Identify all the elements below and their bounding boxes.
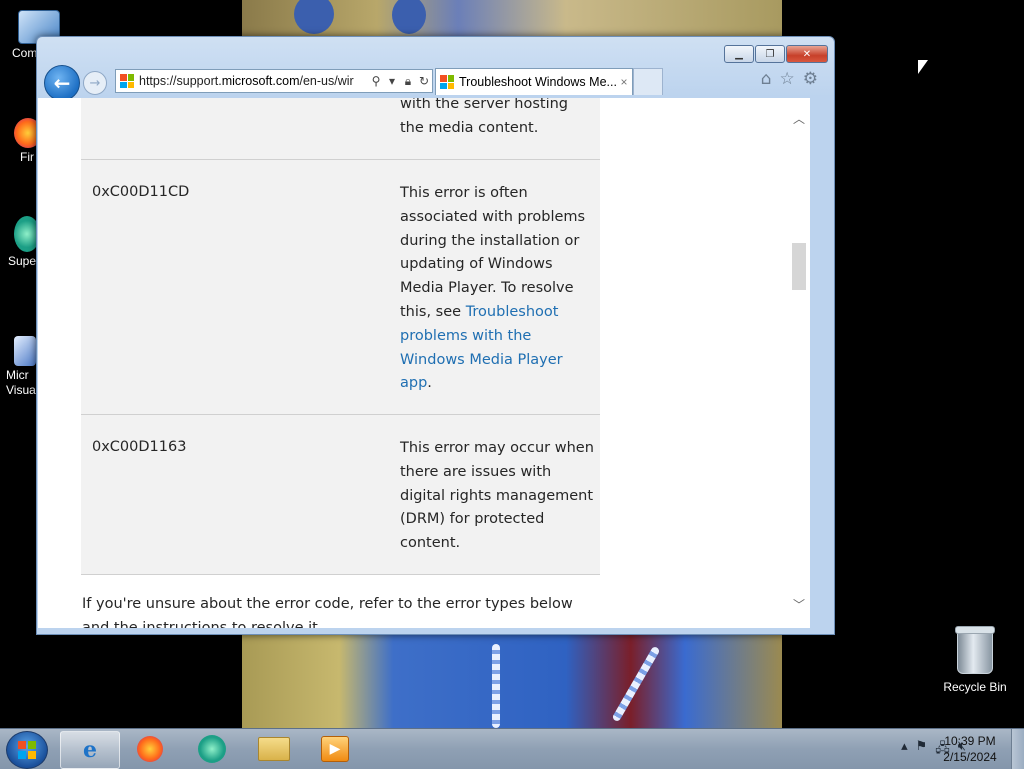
back-arrow-icon: ← [53, 71, 71, 95]
recycle-bin-icon [955, 626, 995, 674]
minimize-icon: ▁ [735, 48, 743, 60]
ie-window: ▁ ❐ ✕ ← → https://support.microsoft.com/… [36, 36, 835, 635]
scroll-up-icon[interactable]: ︿ [788, 110, 810, 128]
taskbar-media-player[interactable]: ▶ [306, 731, 364, 767]
favorites-star-icon[interactable]: ☆ [780, 69, 795, 89]
visual-studio-icon [14, 336, 36, 366]
clock-date: 2/15/2024 [943, 750, 997, 764]
restore-button[interactable]: ❐ [755, 45, 785, 63]
close-icon: ✕ [802, 48, 812, 60]
media-player-icon: ▶ [321, 736, 349, 762]
dropdown-arrow-icon[interactable]: ▾ [384, 74, 400, 88]
table-row: with the server hosting the media conten… [81, 98, 600, 160]
show-desktop-button[interactable] [1011, 729, 1024, 769]
row-description: This error is often associated with prob… [400, 182, 595, 396]
clock-time: 10:39 PM [944, 734, 996, 748]
row-text-end: . [427, 375, 432, 392]
paragraph-after-table: If you're unsure about the error code, r… [82, 596, 573, 628]
row-description: with the server hosting the media conten… [400, 98, 569, 136]
close-button[interactable]: ✕ [786, 45, 828, 63]
home-icon[interactable]: ⌂ [761, 69, 772, 89]
app-icon [198, 735, 226, 763]
row-description: This error may occur when there are issu… [400, 440, 594, 552]
internet-explorer-icon: e [83, 737, 97, 763]
wallpaper-bottom [242, 634, 782, 728]
url-domain: microsoft.com [221, 74, 300, 88]
clock[interactable]: 10:39 PM 2/15/2024 [940, 733, 1000, 765]
error-code: 0xC00D1163 [92, 439, 187, 455]
show-hidden-icons-icon[interactable]: ▴ [901, 739, 908, 761]
windows-logo-icon [18, 741, 36, 759]
recycle-bin[interactable]: Recycle Bin [938, 626, 1012, 694]
page-content: with the server hosting the media conten… [38, 98, 810, 628]
refresh-icon[interactable]: ↻ [416, 74, 432, 88]
taskbar-app[interactable] [183, 731, 241, 767]
wallpaper-top [242, 0, 782, 40]
recycle-bin-label: Recycle Bin [943, 680, 1007, 694]
address-bar[interactable]: https://support.microsoft.com/en-us/wir … [115, 69, 433, 93]
tab-troubleshoot[interactable]: Troubleshoot Windows Me... × [435, 68, 633, 95]
url-suffix: /en-us/wir [299, 74, 354, 88]
window-caption-buttons: ▁ ❐ ✕ [724, 45, 828, 63]
toolbar-icons: ⌂ ☆ ⚙ [761, 69, 818, 89]
address-url[interactable]: https://support.microsoft.com/en-us/wir [139, 74, 368, 88]
lock-icon[interactable]: 🔒︎ [400, 74, 416, 89]
minimize-button[interactable]: ▁ [724, 45, 754, 63]
start-button[interactable] [6, 731, 48, 769]
vertical-scrollbar[interactable]: ︿ ﹀ [788, 98, 810, 628]
forward-arrow-icon: → [89, 75, 101, 91]
navigation-bar: ← → https://support.microsoft.com/en-us/… [43, 65, 828, 101]
site-favicon-icon [120, 74, 134, 88]
url-prefix: https://support. [139, 74, 222, 88]
row-text: This error is often associated with prob… [400, 185, 586, 320]
error-code: 0xC00D11CD [92, 184, 190, 200]
forward-button[interactable]: → [83, 71, 107, 95]
taskbar-firefox[interactable] [121, 731, 179, 767]
tab-favicon-icon [440, 75, 454, 89]
scrollbar-thumb[interactable] [792, 243, 806, 290]
action-center-flag-icon[interactable]: ⚑ [916, 739, 928, 761]
back-button[interactable]: ← [44, 65, 80, 101]
error-code-table: with the server hosting the media conten… [81, 98, 600, 575]
new-tab-button[interactable] [633, 68, 663, 95]
search-icon[interactable]: ⚲ [368, 74, 384, 88]
settings-gear-icon[interactable]: ⚙ [803, 69, 818, 89]
taskbar-file-explorer[interactable] [245, 731, 303, 767]
firefox-icon [137, 736, 163, 762]
tab-close-icon[interactable]: × [616, 75, 632, 89]
folder-icon [258, 737, 290, 761]
scroll-down-icon[interactable]: ﹀ [788, 596, 810, 614]
taskbar: e ▶ ▴ ⚑ 🖧︎ 🔇︎ 10:39 PM 2/15/2024 [0, 728, 1024, 769]
table-row: 0xC00D11CD This error is often associate… [81, 160, 600, 415]
table-row: 0xC00D1163 This error may occur when the… [81, 415, 600, 575]
tab-title: Troubleshoot Windows Me... [459, 75, 616, 89]
taskbar-internet-explorer[interactable]: e [60, 731, 120, 769]
restore-icon: ❐ [765, 48, 775, 60]
mouse-cursor-icon [918, 60, 928, 74]
